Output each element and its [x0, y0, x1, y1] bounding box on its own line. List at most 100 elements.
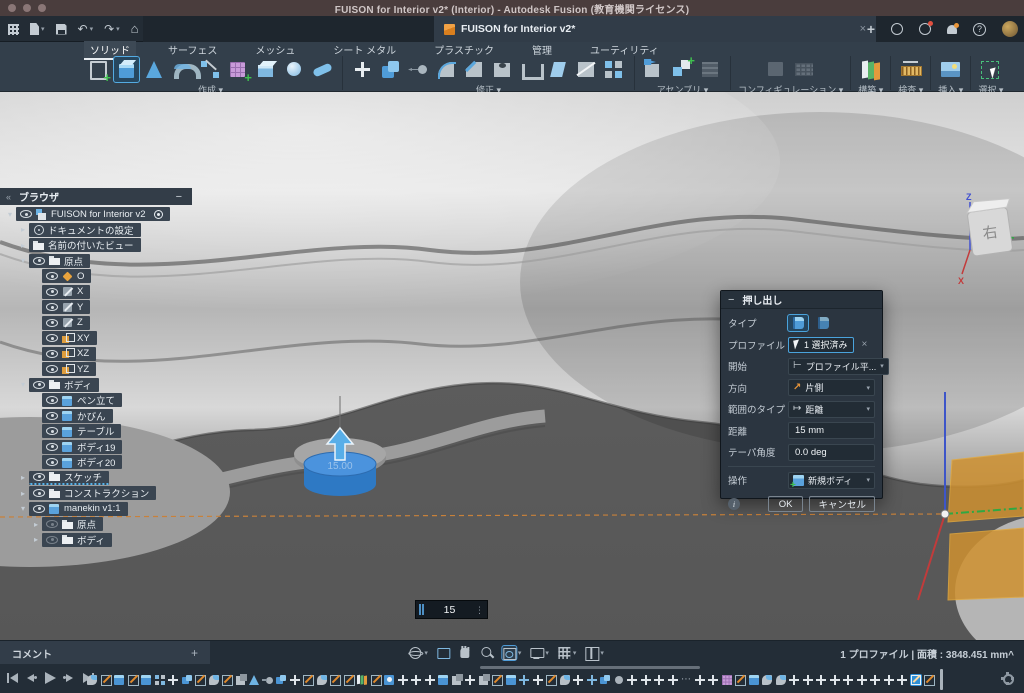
browser-row[interactable]: ▾manekin v1:1 [0, 502, 230, 516]
timeline-feature-combine-icon[interactable] [478, 674, 490, 686]
document-tab[interactable]: FUISON for Interior v2* × [434, 16, 876, 42]
browser-node[interactable]: Y [42, 300, 90, 314]
ribbon-tab-4[interactable]: シート メタル [327, 41, 402, 58]
timeline-feature-sketch-icon[interactable] [370, 674, 382, 686]
grid-icon[interactable] [557, 646, 571, 660]
visibility-eye-icon[interactable] [46, 350, 58, 358]
browser-node[interactable]: スケッチ [29, 471, 109, 485]
timeline-feature-move-icon[interactable] [653, 674, 665, 686]
distance-input[interactable]: 15 mm [788, 422, 875, 439]
info-icon[interactable]: i [728, 498, 740, 510]
timeline-feature-combine-icon[interactable] [451, 674, 463, 686]
layout-tool[interactable]: ▾ [584, 646, 604, 660]
expander-icon[interactable]: ▸ [30, 520, 42, 529]
browser-node[interactable]: O [42, 269, 91, 283]
browser-row[interactable]: ボディ20 [0, 455, 230, 469]
visibility-eye-icon[interactable] [46, 427, 58, 435]
zoom-icon[interactable] [480, 646, 494, 660]
dimension-input[interactable]: 15 ⋮ [415, 600, 488, 619]
notifications-bell-icon[interactable] [947, 25, 957, 34]
step-forward-icon[interactable] [63, 672, 75, 684]
pan-tool[interactable] [458, 646, 472, 660]
extensions-icon[interactable] [891, 23, 903, 35]
browser-node[interactable]: 原点 [42, 517, 103, 531]
construction-plane-upper[interactable] [948, 452, 1024, 522]
clear-selection-icon[interactable]: × [862, 339, 868, 350]
timeline-feature-extrude-icon[interactable] [113, 674, 125, 686]
draft-tool-icon[interactable] [546, 57, 571, 82]
display-icon[interactable] [529, 646, 543, 660]
browser-row[interactable]: O [0, 269, 230, 283]
timeline-feature-sketch-icon[interactable] [329, 674, 341, 686]
timeline-feature-move-icon[interactable] [856, 674, 868, 686]
browser-node[interactable]: ペン立て [42, 393, 122, 407]
expander-icon[interactable]: ▸ [30, 535, 42, 544]
timeline-feature-sketch-icon[interactable] [491, 674, 503, 686]
ok-button[interactable]: OK [768, 496, 804, 512]
timeline-feature-move-icon[interactable] [464, 674, 476, 686]
visibility-eye-icon[interactable] [46, 334, 58, 342]
layout-icon[interactable] [584, 646, 598, 660]
origin-point[interactable] [941, 510, 949, 518]
data-panel-icon[interactable] [8, 24, 19, 35]
browser-node[interactable]: X [42, 285, 90, 299]
timeline-feature-sketch-icon[interactable] [100, 674, 112, 686]
timeline-feature-sketch-icon[interactable] [221, 674, 233, 686]
timeline-feature-move-icon[interactable] [640, 674, 652, 686]
visibility-eye-icon[interactable] [46, 365, 58, 373]
cancel-button[interactable]: キャンセル [809, 496, 875, 512]
browser-row[interactable]: XZ [0, 347, 230, 361]
ribbon-tab-2[interactable]: サーフェス [162, 41, 223, 58]
timeline-playhead[interactable] [940, 669, 943, 690]
browser-row[interactable]: ▾原点 [0, 254, 230, 268]
ribbon-tab-1[interactable]: ソリッド [84, 41, 136, 58]
timeline-feature-press-icon[interactable] [275, 674, 287, 686]
timeline-feature-sketch-active-icon[interactable] [910, 674, 922, 686]
visibility-eye-icon[interactable] [46, 443, 58, 451]
measure-tool-icon[interactable] [898, 57, 923, 82]
timeline-feature-move-icon[interactable] [289, 674, 301, 686]
browser-node[interactable]: XY [42, 331, 97, 345]
ribbon-tab-3[interactable]: メッシュ [249, 41, 301, 58]
timeline-feature-move-icon[interactable] [788, 674, 800, 686]
browser-node[interactable]: かびん [42, 409, 113, 423]
timeline-feature-revolve-icon[interactable] [559, 674, 571, 686]
timeline-feature-pattern-icon[interactable] [154, 674, 166, 686]
browser-row[interactable]: Y [0, 300, 230, 314]
timeline-feature-snap-icon[interactable] [518, 674, 530, 686]
timeline-feature-move-icon[interactable] [572, 674, 584, 686]
timeline-feature-move-icon[interactable] [532, 674, 544, 686]
browser-node[interactable]: XZ [42, 347, 96, 361]
direction-dropdown[interactable]: ↗ 片側 ▾ [788, 379, 875, 396]
timeline-settings-gear-icon[interactable] [1001, 672, 1014, 685]
job-status-icon[interactable] [919, 23, 931, 35]
dimension-value[interactable]: 15 [424, 604, 475, 616]
visibility-eye-icon[interactable] [33, 473, 45, 481]
browser-node[interactable]: ドキュメントの設定 [29, 223, 141, 237]
expander-icon[interactable]: ▸ [17, 489, 29, 498]
expander-icon[interactable]: ▸ [17, 241, 29, 250]
start-dropdown[interactable]: ⊢ プロファイル平... ▾ [788, 358, 889, 375]
extent-type-dropdown[interactable]: ↦ 距離 ▾ [788, 401, 875, 418]
dialog-header[interactable]: − 押し出し [721, 291, 882, 309]
taper-angle-input[interactable]: 0.0 deg [788, 444, 875, 461]
step-back-icon[interactable] [25, 672, 37, 684]
add-comment-icon[interactable]: + [191, 646, 198, 660]
kebab-menu-icon[interactable]: ⋮ [475, 607, 484, 613]
timeline-feature-extrude-icon[interactable] [505, 674, 517, 686]
timeline-feature-move-icon[interactable] [626, 674, 638, 686]
expander-icon[interactable]: ▾ [17, 380, 29, 389]
browser-node[interactable]: ボディ [42, 533, 112, 547]
visibility-eye-icon[interactable] [46, 272, 58, 280]
expander-icon[interactable]: ▾ [17, 256, 29, 265]
chevron-down-icon[interactable]: ▾ [545, 649, 549, 657]
component-tool-icon[interactable] [642, 57, 667, 82]
ribbon-tab-7[interactable]: ユーティリティ [584, 41, 665, 58]
move-tool-icon[interactable] [350, 57, 375, 82]
display-tool[interactable]: ▾ [529, 646, 549, 660]
timeline-feature-offset-icon[interactable] [262, 674, 274, 686]
extrude-type-thin-button[interactable] [813, 315, 833, 331]
timeline-feature-dots-icon[interactable]: ⋯ [680, 674, 692, 686]
planes-tool-icon[interactable] [858, 57, 883, 82]
browser-row[interactable]: ▸原点 [0, 517, 230, 531]
